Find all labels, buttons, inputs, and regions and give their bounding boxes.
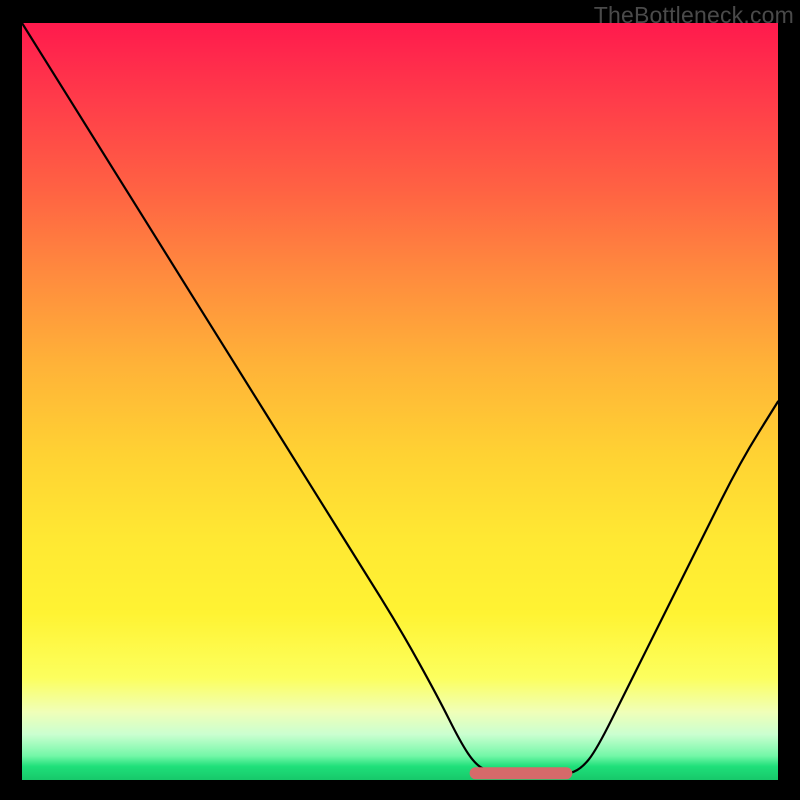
watermark-text: TheBottleneck.com [594, 2, 794, 29]
chart-svg [22, 23, 778, 780]
bottleneck-curve-line [22, 23, 778, 776]
chart-plot-area [22, 23, 778, 780]
